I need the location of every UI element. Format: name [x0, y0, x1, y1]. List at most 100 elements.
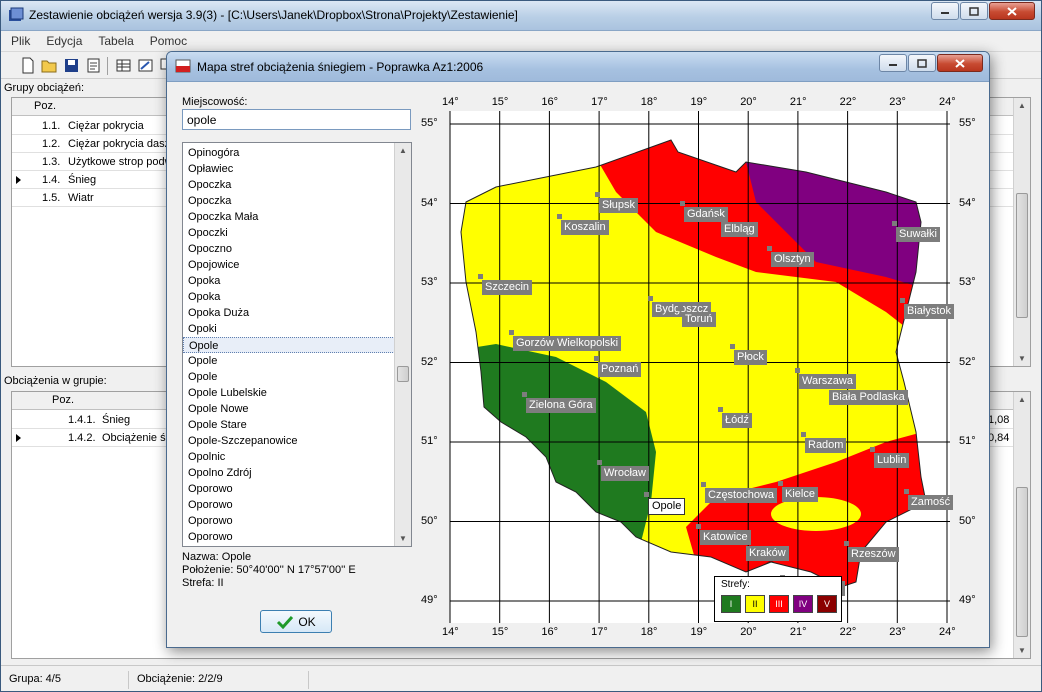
properties-icon[interactable] [85, 57, 103, 74]
close-button[interactable] [989, 2, 1035, 20]
lat-tick-label: 52° [959, 355, 976, 368]
city-label[interactable]: Elbląg [721, 222, 758, 237]
groups-scrollbar[interactable]: ▲ ▼ [1013, 98, 1030, 366]
edit-table-icon[interactable] [137, 57, 155, 74]
city-label[interactable]: Płock [734, 350, 767, 365]
list-item[interactable]: Opoczka [183, 177, 395, 193]
loads-scrollbar[interactable]: ▲ ▼ [1013, 392, 1030, 658]
list-item[interactable]: Oporowo [183, 529, 395, 545]
city-marker [644, 492, 649, 497]
save-icon[interactable] [63, 57, 81, 74]
dialog-close-button[interactable] [937, 54, 983, 72]
city-label[interactable]: Kielce [782, 487, 818, 502]
list-item[interactable]: Opolnic [183, 449, 395, 465]
city-label[interactable]: Radom [805, 438, 847, 453]
list-item[interactable]: Opoka Duża [183, 305, 395, 321]
list-item[interactable]: Opole [183, 337, 395, 353]
new-file-icon[interactable] [19, 57, 37, 74]
ok-button[interactable]: OK [260, 610, 332, 633]
city-marker [801, 432, 806, 437]
minimize-button[interactable] [931, 2, 959, 20]
city-label[interactable]: Kraków [746, 546, 789, 561]
menu-edycja[interactable]: Edycja [36, 31, 88, 48]
info-zone: Strefa: II [182, 577, 224, 589]
list-scrollbar[interactable]: ▲ ▼ [394, 143, 411, 546]
list-item[interactable]: Opoka [183, 273, 395, 289]
list-item[interactable]: Opoka [183, 289, 395, 305]
locality-search-input[interactable] [182, 109, 411, 130]
menu-plik[interactable]: Plik [1, 31, 36, 48]
list-item[interactable]: Opolno Zdrój [183, 465, 395, 481]
city-label[interactable]: Rzeszów [848, 547, 899, 562]
menu-pomoc[interactable]: Pomoc [140, 31, 193, 48]
dialog-titlebar[interactable]: Mapa stref obciążenia śniegiem - Poprawk… [167, 52, 989, 82]
list-item[interactable]: Oporowo [183, 513, 395, 529]
scroll-thumb[interactable] [1016, 487, 1028, 637]
city-marker [718, 407, 723, 412]
scroll-thumb[interactable] [1016, 193, 1028, 318]
scroll-down-icon[interactable]: ▼ [399, 534, 407, 543]
menu-tabela[interactable]: Tabela [88, 31, 139, 48]
city-label[interactable]: Słupsk [599, 198, 639, 213]
city-label[interactable]: Zielona Góra [526, 398, 596, 413]
list-item[interactable]: Opole [183, 353, 395, 369]
city-label[interactable]: Poznań [598, 362, 642, 377]
city-label[interactable]: Wrocław [601, 466, 649, 481]
city-label[interactable]: Białystok [904, 304, 955, 319]
list-item[interactable]: Opojowice [183, 257, 395, 273]
lat-tick-label: 52° [421, 355, 438, 368]
open-folder-icon[interactable] [41, 57, 59, 74]
list-item[interactable]: Opoczka Mała [183, 209, 395, 225]
main-titlebar[interactable]: Zestawienie obciążeń wersja 3.9(3) - [C:… [1, 1, 1041, 31]
list-item[interactable]: Opinogóra [183, 145, 395, 161]
city-label[interactable]: Olsztyn [771, 252, 814, 267]
lat-tick-label: 50° [959, 514, 976, 527]
locality-listbox[interactable]: Opinogóra Opławiec Opoczka Opoczka Opoczka M… [182, 142, 412, 547]
table-icon[interactable] [115, 57, 133, 74]
lon-tick-label: 24° [939, 96, 956, 108]
minimize-icon [941, 12, 949, 14]
list-item[interactable]: Opole Nowe [183, 401, 395, 417]
row-value: 0,84 [988, 432, 1010, 444]
city-label[interactable]: Częstochowa [705, 488, 778, 503]
scroll-thumb[interactable] [397, 366, 409, 382]
list-item[interactable]: Opoczno [183, 241, 395, 257]
city-label[interactable]: Szczecin [482, 280, 533, 295]
city-label[interactable]: Gorzów Wielkopolski [513, 336, 622, 351]
app-icon [9, 7, 24, 21]
list-item[interactable]: Opole Stare [183, 417, 395, 433]
city-label[interactable]: Lublin [874, 453, 910, 468]
city-marker [595, 192, 600, 197]
lat-tick-label: 49° [421, 594, 438, 606]
info-position: Położenie: 50°40'00'' N 17°57'00'' E [182, 564, 356, 576]
list-item[interactable]: Opole [183, 369, 395, 385]
list-item[interactable]: Opoczki [183, 225, 395, 241]
zones-legend: Strefy: I II III IV V [714, 576, 842, 622]
list-item[interactable]: Opole-Szczepanowice [183, 433, 395, 449]
list-item[interactable]: Opoczka [183, 193, 395, 209]
lon-tick-label: 22° [839, 626, 857, 638]
list-item[interactable]: Opoki [183, 321, 395, 337]
scroll-down-icon[interactable]: ▼ [1018, 354, 1026, 363]
row-pos: 1.5. [42, 192, 61, 204]
city-label[interactable]: Koszalin [561, 220, 609, 235]
scroll-up-icon[interactable]: ▲ [399, 146, 407, 155]
list-item[interactable]: Opławiec [183, 161, 395, 177]
scroll-down-icon[interactable]: ▼ [1018, 646, 1026, 655]
city-label[interactable]: Łódź [722, 413, 752, 428]
city-label[interactable]: Biała Podlaska [829, 390, 908, 405]
city-label[interactable]: Toruń [682, 312, 716, 327]
dialog-minimize-button[interactable] [879, 54, 907, 72]
city-label[interactable]: Suwałki [896, 227, 940, 242]
city-label[interactable]: Opole [648, 498, 686, 515]
dialog-title: Mapa stref obciążenia śniegiem - Poprawk… [197, 60, 484, 74]
scroll-up-icon[interactable]: ▲ [1018, 101, 1026, 110]
list-item[interactable]: Oporowo [183, 481, 395, 497]
city-label[interactable]: Zamość [908, 495, 954, 510]
scroll-up-icon[interactable]: ▲ [1018, 395, 1026, 404]
maximize-button[interactable] [960, 2, 988, 20]
dialog-maximize-button[interactable] [908, 54, 936, 72]
list-item[interactable]: Oporowo [183, 497, 395, 513]
list-item[interactable]: Opole Lubelskie [183, 385, 395, 401]
snow-zone-map[interactable]: 14° 14° 15° 15° 16° 16° 17° 17° 18° 18° 19° 19° 20° 2… [416, 82, 989, 647]
